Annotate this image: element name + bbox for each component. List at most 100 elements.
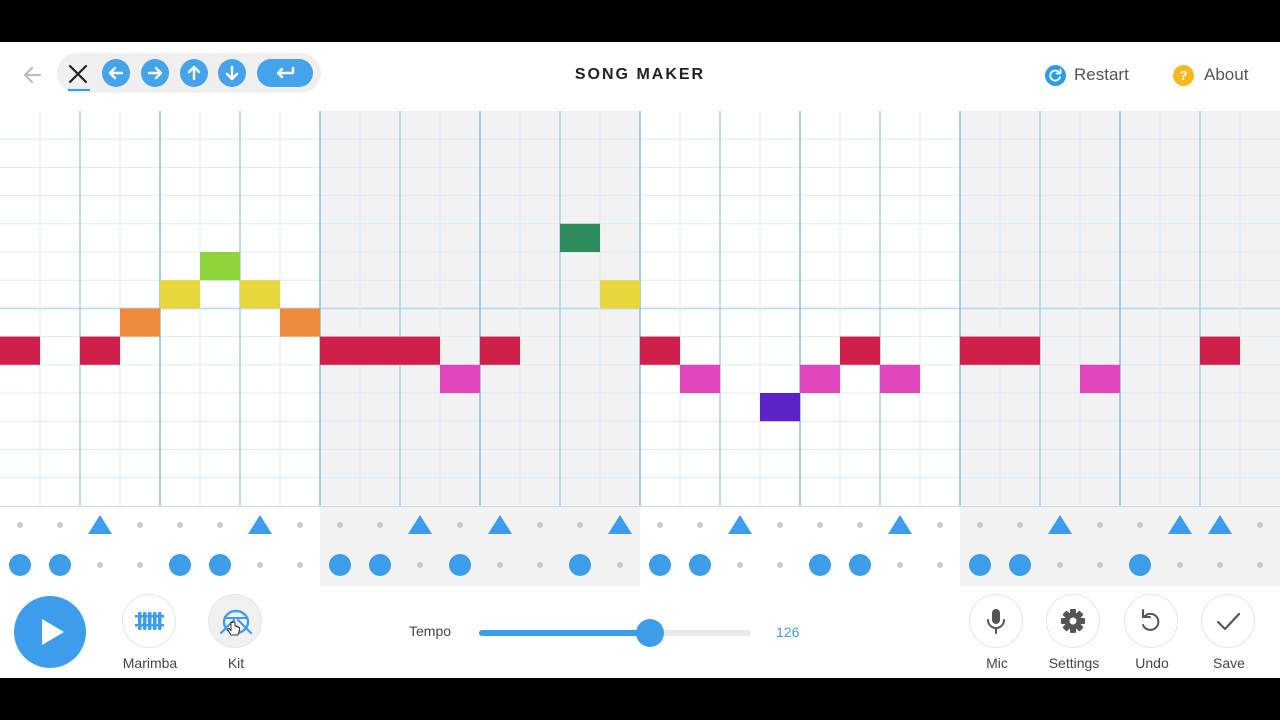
drum-empty-dot[interactable] [257, 562, 263, 568]
drum-empty-dot[interactable] [857, 522, 863, 528]
drum-empty-dot[interactable] [1257, 522, 1263, 528]
drum-empty-dot[interactable] [57, 522, 63, 528]
melody-note[interactable] [840, 336, 880, 365]
drum-empty-dot[interactable] [1257, 562, 1263, 568]
drum-circle-hit[interactable] [569, 554, 591, 576]
drum-empty-dot[interactable] [17, 522, 23, 528]
drum-empty-dot[interactable] [697, 522, 703, 528]
melody-note[interactable] [240, 280, 280, 309]
drum-empty-dot[interactable] [1097, 522, 1103, 528]
drum-circle-hit[interactable] [329, 554, 351, 576]
drum-empty-dot[interactable] [137, 562, 143, 568]
melody-note[interactable] [80, 336, 120, 365]
percussion-label: Kit [227, 655, 245, 671]
drum-empty-dot[interactable] [1097, 562, 1103, 568]
tempo-slider[interactable] [479, 619, 751, 647]
save-button[interactable]: Save [1189, 594, 1269, 674]
settings-button[interactable]: Settings [1034, 594, 1114, 674]
drum-empty-dot[interactable] [937, 522, 943, 528]
melody-note[interactable] [800, 364, 840, 393]
melody-note[interactable] [1000, 336, 1040, 365]
drum-empty-dot[interactable] [937, 562, 943, 568]
drum-circle-hit[interactable] [449, 554, 471, 576]
drum-empty-dot[interactable] [417, 562, 423, 568]
melody-note[interactable] [320, 336, 360, 365]
percussion-button[interactable]: Kit [196, 594, 276, 674]
mic-button[interactable]: Mic [957, 594, 1037, 674]
melody-note[interactable] [480, 336, 520, 365]
melody-note[interactable] [640, 336, 680, 365]
melody-note[interactable] [760, 393, 800, 422]
drum-empty-dot[interactable] [297, 562, 303, 568]
tempo-value: 126 [776, 624, 800, 640]
help-icon: ? [1173, 64, 1194, 86]
drum-circle-hit[interactable] [9, 554, 31, 576]
melody-note[interactable] [960, 336, 1000, 365]
settings-label: Settings [1048, 655, 1100, 671]
instrument-button[interactable]: Marimba [110, 594, 190, 674]
melody-note[interactable] [200, 252, 240, 281]
drum-empty-dot[interactable] [777, 522, 783, 528]
drum-circle-hit[interactable] [1009, 554, 1031, 576]
melody-note[interactable] [880, 364, 920, 393]
about-button[interactable]: ? About [1173, 62, 1248, 88]
tempo-label: Tempo [409, 623, 452, 639]
drum-circle-hit[interactable] [169, 554, 191, 576]
tempo-slider-thumb[interactable] [636, 619, 665, 647]
drum-empty-dot[interactable] [377, 522, 383, 528]
melody-note[interactable] [360, 336, 400, 365]
play-button[interactable] [14, 596, 86, 668]
drum-circle-hit[interactable] [209, 554, 231, 576]
melody-note[interactable] [280, 308, 320, 337]
drum-circle-hit[interactable] [369, 554, 391, 576]
drum-empty-dot[interactable] [457, 522, 463, 528]
drum-empty-dot[interactable] [737, 562, 743, 568]
drum-empty-dot[interactable] [897, 562, 903, 568]
drum-empty-dot[interactable] [1017, 522, 1023, 528]
instrument-circle [122, 594, 176, 648]
save-label: Save [1213, 655, 1245, 671]
drum-empty-dot[interactable] [217, 522, 223, 528]
melody-note[interactable] [120, 308, 160, 337]
drum-circle-hit[interactable] [809, 554, 831, 576]
drum-empty-dot[interactable] [657, 522, 663, 528]
drum-empty-dot[interactable] [1217, 562, 1223, 568]
melody-note[interactable] [1200, 336, 1240, 365]
melody-note[interactable] [1080, 364, 1120, 393]
melody-note[interactable] [440, 364, 480, 393]
melody-note[interactable] [0, 336, 40, 365]
melody-note[interactable] [600, 280, 640, 309]
drum-empty-dot[interactable] [817, 522, 823, 528]
drum-empty-dot[interactable] [777, 562, 783, 568]
percussion-grid[interactable] [0, 506, 1280, 586]
drum-empty-dot[interactable] [177, 522, 183, 528]
restart-button[interactable]: Restart [1045, 62, 1129, 88]
drum-empty-dot[interactable] [97, 562, 103, 568]
drum-empty-dot[interactable] [537, 562, 543, 568]
drum-empty-dot[interactable] [497, 562, 503, 568]
drum-empty-dot[interactable] [617, 562, 623, 568]
drum-empty-dot[interactable] [977, 522, 983, 528]
drum-empty-dot[interactable] [137, 522, 143, 528]
drum-empty-dot[interactable] [1177, 562, 1183, 568]
melody-note[interactable] [560, 223, 600, 252]
drum-circle-hit[interactable] [1129, 554, 1151, 576]
drum-empty-dot[interactable] [1057, 562, 1063, 568]
checkmark-icon [1216, 612, 1241, 631]
drum-empty-dot[interactable] [297, 522, 303, 528]
undo-button[interactable]: Undo [1112, 594, 1192, 674]
melody-grid[interactable] [0, 111, 1280, 506]
melody-note[interactable] [160, 280, 200, 309]
drum-empty-dot[interactable] [537, 522, 543, 528]
drum-empty-dot[interactable] [1137, 522, 1143, 528]
drum-circle-hit[interactable] [649, 554, 671, 576]
melody-note[interactable] [680, 364, 720, 393]
marimba-icon [135, 612, 164, 630]
drum-circle-hit[interactable] [49, 554, 71, 576]
drum-empty-dot[interactable] [337, 522, 343, 528]
drum-empty-dot[interactable] [577, 522, 583, 528]
drum-circle-hit[interactable] [689, 554, 711, 576]
drum-circle-hit[interactable] [969, 554, 991, 576]
melody-note[interactable] [400, 336, 440, 365]
drum-circle-hit[interactable] [849, 554, 871, 576]
